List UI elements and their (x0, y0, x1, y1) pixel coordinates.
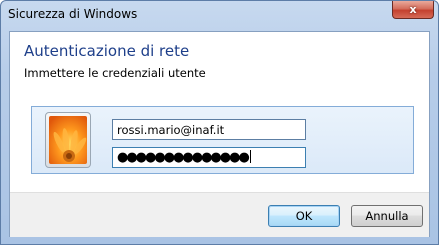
credential-dialog-window: Sicurezza di Windows x Autenticazione di… (0, 0, 439, 245)
credential-tile[interactable]: ●●●●●●●●●●●●●● (31, 106, 414, 174)
window-title: Sicurezza di Windows (8, 7, 138, 21)
dialog-heading: Autenticazione di rete (24, 42, 190, 60)
button-bar: OK Annulla (10, 192, 429, 237)
dialog-content: Autenticazione di rete Immettere le cred… (9, 31, 430, 237)
close-button[interactable]: x (392, 1, 434, 19)
close-icon: x (409, 3, 417, 16)
dialog-instruction: Immettere le credenziali utente (24, 66, 206, 80)
password-mask: ●●●●●●●●●●●●●● (117, 150, 250, 165)
password-input[interactable]: ●●●●●●●●●●●●●● (112, 147, 306, 168)
title-bar[interactable]: Sicurezza di Windows x (1, 1, 438, 29)
cancel-button[interactable]: Annulla (351, 205, 423, 227)
ok-button[interactable]: OK (268, 205, 340, 227)
username-input[interactable] (112, 119, 306, 140)
user-picture (45, 112, 91, 168)
text-caret (249, 150, 251, 163)
flower-user-tile-icon (49, 116, 87, 164)
